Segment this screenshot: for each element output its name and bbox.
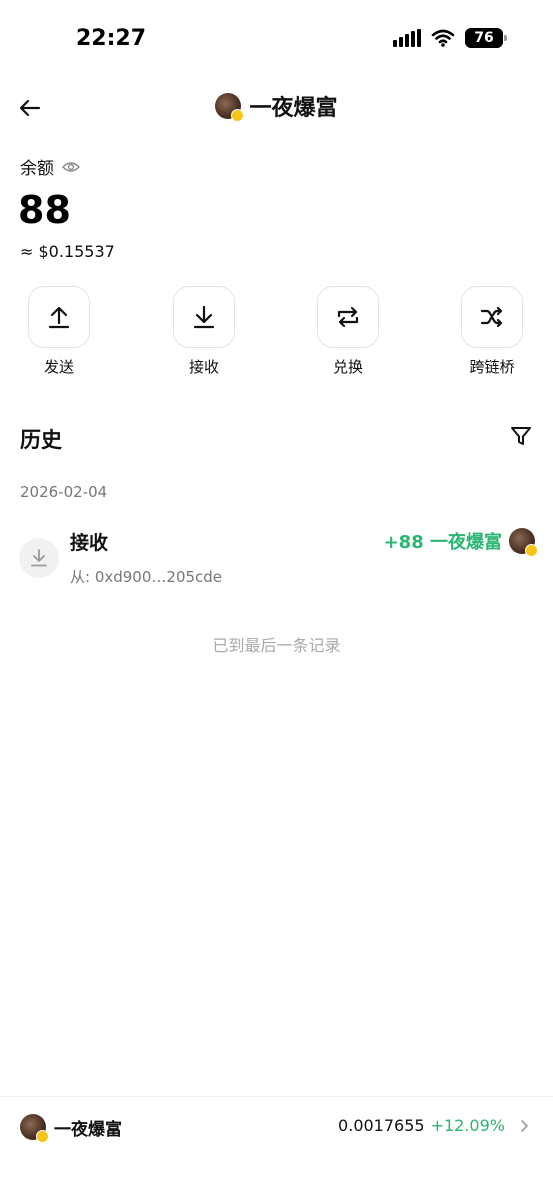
download-icon bbox=[193, 305, 215, 329]
bridge-button[interactable] bbox=[461, 286, 523, 348]
battery-indicator: 76 bbox=[465, 28, 507, 48]
page-title: 一夜爆富 bbox=[249, 96, 338, 121]
token-avatar bbox=[215, 93, 245, 122]
status-time: 22:27 bbox=[76, 26, 147, 51]
swap-icon bbox=[337, 306, 359, 328]
swap-button[interactable] bbox=[317, 286, 379, 348]
action-bar: 发送 接收 兑换 跨链桥 bbox=[0, 286, 553, 386]
filter-icon bbox=[511, 427, 531, 445]
header-title-group: 一夜爆富 bbox=[0, 90, 553, 122]
balance-label: 余额 bbox=[20, 159, 54, 179]
tx-from-address: 从: 0xd900…205cde bbox=[70, 568, 223, 586]
chevron-right-icon bbox=[521, 1119, 528, 1132]
swap-action[interactable]: 兑换 bbox=[308, 286, 388, 377]
receive-button[interactable] bbox=[173, 286, 235, 348]
token-avatar bbox=[509, 528, 538, 557]
receive-label: 接收 bbox=[188, 358, 219, 376]
balance-label-row: 余额 bbox=[20, 154, 80, 179]
price-change: +12.09% bbox=[430, 1116, 505, 1135]
bridge-action[interactable]: 跨链桥 bbox=[452, 286, 532, 377]
history-title: 历史 bbox=[20, 428, 62, 452]
swap-label: 兑换 bbox=[332, 358, 363, 376]
token-detail-screen: 22:27 76 一夜爆富 余额 88 ≈ $0.15537 发送 接收 兑换 … bbox=[0, 0, 553, 1200]
tx-type-icon-wrap bbox=[19, 538, 59, 578]
history-date: 2026-02-04 bbox=[20, 483, 108, 501]
tx-title: 接收 bbox=[70, 532, 109, 554]
filter-button[interactable] bbox=[509, 424, 533, 448]
status-bar: 22:27 76 bbox=[0, 0, 553, 80]
end-of-list-note: 已到最后一条记录 bbox=[212, 636, 341, 655]
balance-amount: 88 bbox=[18, 188, 71, 232]
status-indicators: 76 bbox=[393, 28, 507, 48]
bridge-label: 跨链桥 bbox=[469, 358, 515, 376]
bottom-token-bar[interactable]: 一夜爆富 0.0017655 +12.09% bbox=[0, 1110, 553, 1144]
receive-action[interactable]: 接收 bbox=[164, 286, 244, 377]
token-badge-icon bbox=[36, 1130, 49, 1143]
token-badge-icon bbox=[525, 544, 538, 557]
shuffle-icon bbox=[480, 306, 503, 328]
divider bbox=[0, 1096, 553, 1097]
transaction-row[interactable]: 接收 从: 0xd900…205cde +88 一夜爆富 bbox=[0, 526, 553, 590]
download-icon bbox=[31, 549, 47, 567]
wifi-icon bbox=[431, 29, 455, 47]
tx-amount-group: +88 一夜爆富 bbox=[383, 528, 538, 557]
bottom-token-info: 一夜爆富 bbox=[20, 1114, 122, 1143]
balance-usd-value: ≈ $0.15537 bbox=[20, 242, 115, 261]
eye-icon[interactable] bbox=[62, 160, 80, 174]
token-price: 0.0017655 bbox=[338, 1116, 425, 1135]
tx-amount: +88 一夜爆富 bbox=[383, 532, 502, 553]
send-button[interactable] bbox=[28, 286, 90, 348]
token-avatar bbox=[20, 1114, 49, 1143]
upload-icon bbox=[48, 306, 70, 329]
token-badge-icon bbox=[231, 109, 245, 122]
cellular-signal-icon bbox=[393, 29, 421, 47]
send-label: 发送 bbox=[43, 358, 74, 376]
send-action[interactable]: 发送 bbox=[19, 286, 99, 377]
bottom-price-group: 0.0017655 +12.09% bbox=[338, 1116, 531, 1135]
bottom-token-name: 一夜爆富 bbox=[54, 1119, 122, 1140]
